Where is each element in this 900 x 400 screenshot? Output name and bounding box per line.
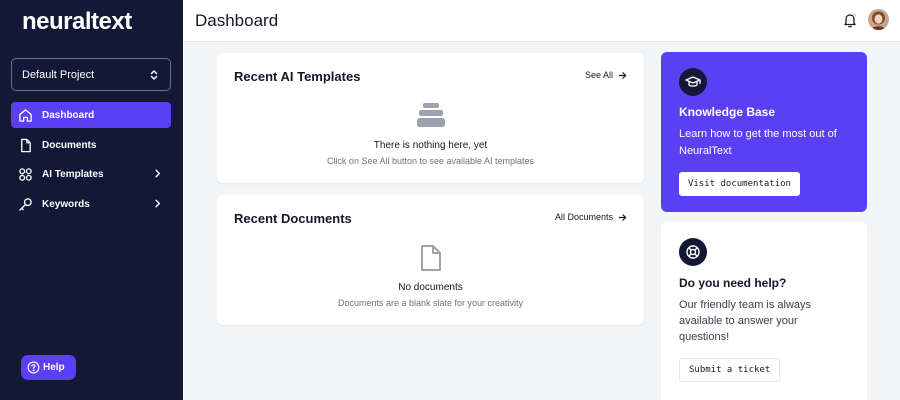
- document-icon: [420, 245, 441, 271]
- project-selector-value: Default Project: [22, 68, 95, 81]
- chevron-right-icon: [155, 199, 161, 208]
- sidebar: neuraltext Default Project Dashboard Doc…: [0, 0, 183, 400]
- key-icon: [18, 197, 33, 212]
- stack-icon: [416, 103, 445, 127]
- card-title: Recent AI Templates: [234, 69, 361, 84]
- see-all-link[interactable]: See All: [585, 70, 627, 80]
- arrow-right-icon: [618, 213, 627, 221]
- lifebuoy-icon: [679, 238, 707, 266]
- sidebar-item-label: Documents: [42, 139, 97, 151]
- project-selector[interactable]: Default Project: [11, 58, 171, 91]
- document-icon: [18, 138, 33, 153]
- recent-documents-card: Recent Documents All Documents No docume…: [217, 195, 644, 325]
- top-header: Dashboard: [183, 0, 900, 42]
- empty-state-title: No documents: [398, 282, 463, 293]
- page-title: Dashboard: [195, 11, 279, 30]
- chevron-up-down-icon: [150, 69, 158, 80]
- bell-icon[interactable]: [842, 12, 858, 28]
- link-label: All Documents: [554, 212, 613, 222]
- help-card-title: Do you need help?: [679, 276, 787, 290]
- avatar[interactable]: [868, 9, 889, 30]
- knowledge-base-title: Knowledge Base: [679, 105, 776, 119]
- knowledge-base-text: Learn how to get the most out of NeuralT…: [679, 128, 837, 157]
- arrow-right-icon: [618, 71, 627, 79]
- empty-state-title: There is nothing here, yet: [373, 140, 488, 151]
- home-icon: [18, 108, 33, 123]
- sidebar-item-label: Keywords: [42, 198, 90, 210]
- help-card-text: Our friendly team is always available to…: [679, 299, 812, 343]
- graduation-cap-icon: [679, 68, 707, 96]
- help-button-label: Help: [43, 362, 65, 373]
- card-title: Recent Documents: [234, 211, 352, 226]
- sidebar-item-dashboard[interactable]: Dashboard: [11, 102, 171, 128]
- visit-documentation-button[interactable]: Visit documentation: [679, 172, 800, 196]
- submit-ticket-button[interactable]: Submit a ticket: [679, 358, 781, 382]
- empty-state-subtitle: Documents are a blank slate for your cre…: [337, 298, 524, 308]
- grid-icon: [18, 167, 33, 182]
- sidebar-item-ai-templates[interactable]: AI Templates: [11, 161, 171, 187]
- sidebar-item-keywords[interactable]: Keywords: [11, 191, 171, 217]
- chevron-right-icon: [155, 169, 161, 178]
- all-documents-link[interactable]: All Documents: [555, 212, 627, 222]
- empty-state-subtitle: Click on See All button to see available…: [326, 156, 535, 166]
- link-label: See All: [584, 70, 613, 80]
- help-button[interactable]: Help: [21, 355, 76, 380]
- brand-logo[interactable]: neuraltext: [22, 8, 132, 36]
- sidebar-item-label: AI Templates: [42, 168, 104, 180]
- help-card: Do you need help? Our friendly team is a…: [661, 222, 867, 400]
- question-circle-icon: [27, 361, 40, 374]
- knowledge-base-card: Knowledge Base Learn how to get the most…: [661, 52, 867, 212]
- sidebar-item-documents[interactable]: Documents: [11, 132, 171, 158]
- sidebar-item-label: Dashboard: [42, 109, 95, 121]
- recent-templates-card: Recent AI Templates See All There is not…: [217, 53, 644, 183]
